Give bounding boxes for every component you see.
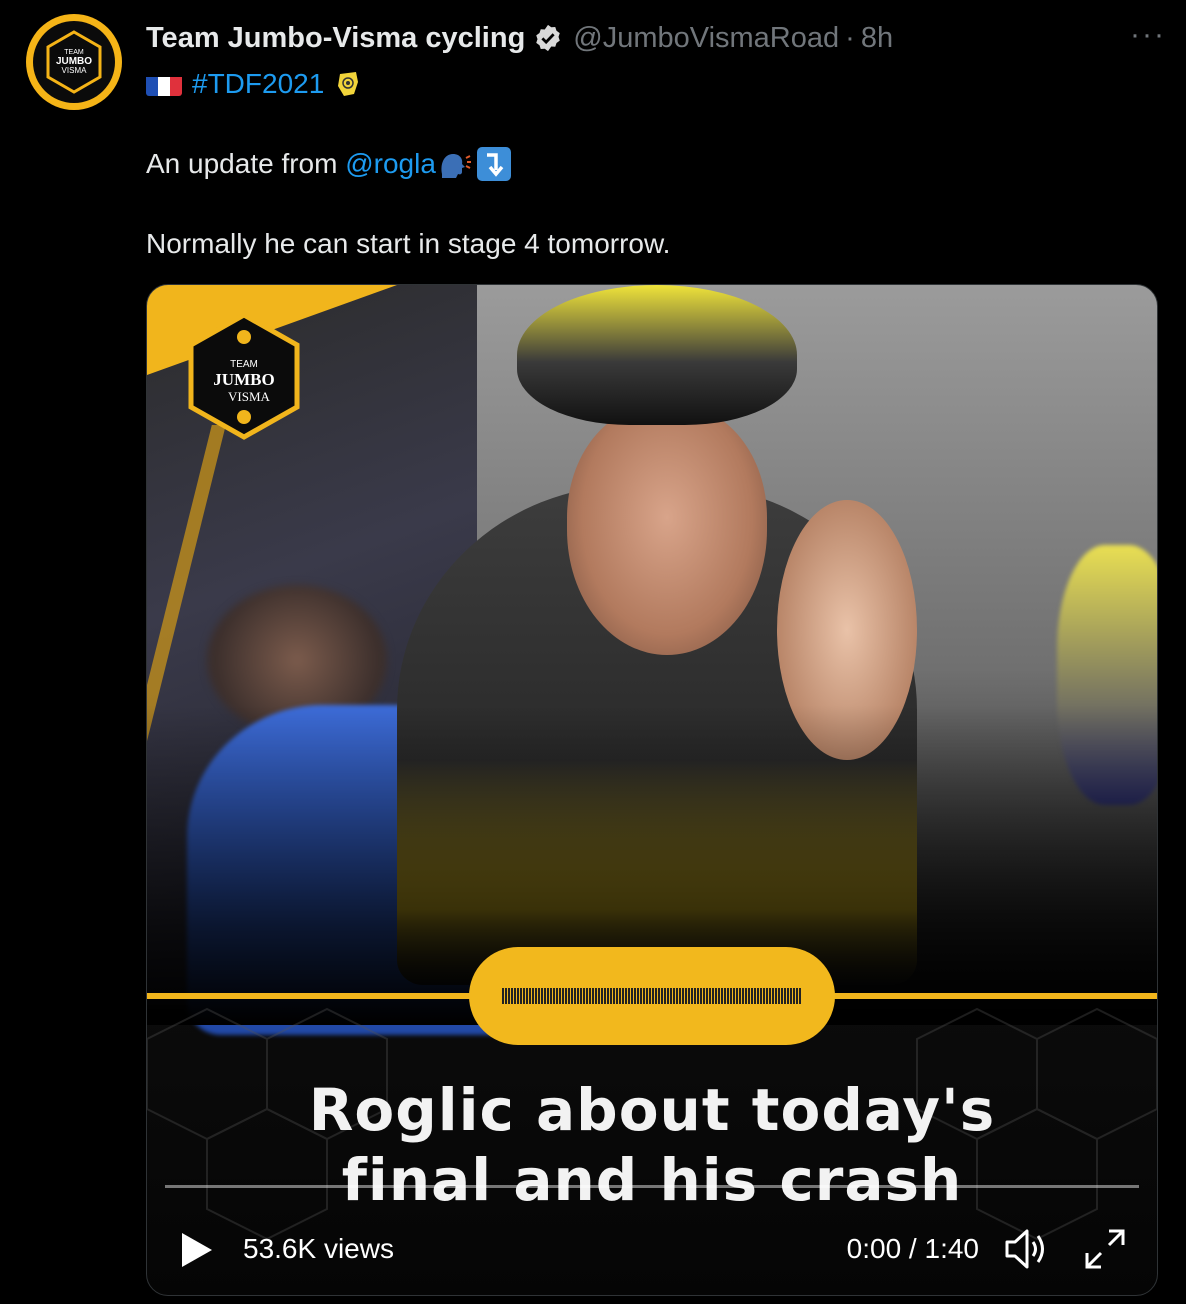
tweet-line-normally: Normally he can start in stage 4 tomorro… <box>146 228 671 259</box>
tweet-time[interactable]: 8h <box>861 22 893 55</box>
update-text: An update from <box>146 148 346 179</box>
avatar[interactable]: TEAM JUMBO VISMA <box>26 14 122 110</box>
arrow-down-icon <box>476 146 512 182</box>
svg-text:VISMA: VISMA <box>228 389 271 404</box>
caption-line-1: Roglic about today's <box>308 1076 996 1144</box>
rider-helmet <box>517 285 797 425</box>
jumbo-visma-badge-icon: TEAM JUMBO VISMA <box>188 312 300 440</box>
tweet-header: Team Jumbo-Visma cycling @JumboVismaRoad… <box>146 16 1146 60</box>
svg-text:JUMBO: JUMBO <box>213 370 274 389</box>
time-separator: / <box>901 1233 925 1264</box>
tdf-trophy-icon <box>332 68 364 100</box>
svg-text:VISMA: VISMA <box>62 66 88 75</box>
tweet-body: #TDF2021 An update from @rogla Normally … <box>146 64 1126 264</box>
current-time: 0:00 <box>846 1233 902 1264</box>
tweet-line-hashtag: #TDF2021 <box>146 64 1126 104</box>
tweet-line-update: An update from @rogla <box>146 144 1126 184</box>
play-icon[interactable] <box>179 1231 215 1274</box>
view-count: 53.6K views <box>243 1233 394 1264</box>
more-icon[interactable]: ··· <box>1130 18 1166 52</box>
video-controls: 53.6K views 0:00 / 1:40 <box>147 1215 1157 1285</box>
speaking-head-icon <box>438 148 472 180</box>
tweet-line-empty-2 <box>146 184 1126 224</box>
rider-face <box>567 405 767 655</box>
author-display-name[interactable]: Team Jumbo-Visma cycling <box>146 22 525 55</box>
duration: 1:40 <box>924 1233 980 1264</box>
video-progress-bar[interactable] <box>165 1185 1139 1188</box>
fullscreen-icon[interactable] <box>1083 1227 1127 1276</box>
verified-icon <box>533 23 563 53</box>
mention-link[interactable]: @rogla <box>345 144 436 184</box>
volume-icon[interactable] <box>1003 1227 1051 1276</box>
france-flag-icon <box>146 72 182 96</box>
hashtag-link[interactable]: #TDF2021 <box>192 64 324 104</box>
video-caption: Roglic about today's final and his crash <box>147 1075 1157 1215</box>
barcode-graphic <box>502 988 802 1004</box>
separator-dot: · <box>845 21 855 54</box>
avatar-logo: TEAM JUMBO VISMA <box>33 21 115 103</box>
banner-pill <box>469 947 835 1045</box>
svg-text:TEAM: TEAM <box>230 359 258 370</box>
jumbo-visma-logo-icon: TEAM JUMBO VISMA <box>46 30 102 94</box>
tweet-line-empty <box>146 104 1126 144</box>
author-handle[interactable]: @JumboVismaRoad <box>573 22 839 55</box>
svg-text:TEAM: TEAM <box>64 49 84 56</box>
caption-line-2: final and his crash <box>341 1146 963 1214</box>
video-timecode: 0:00 / 1:40 <box>847 1233 979 1265</box>
video-card[interactable]: TEAM JUMBO VISMA Roglic about today's fi… <box>146 284 1158 1296</box>
